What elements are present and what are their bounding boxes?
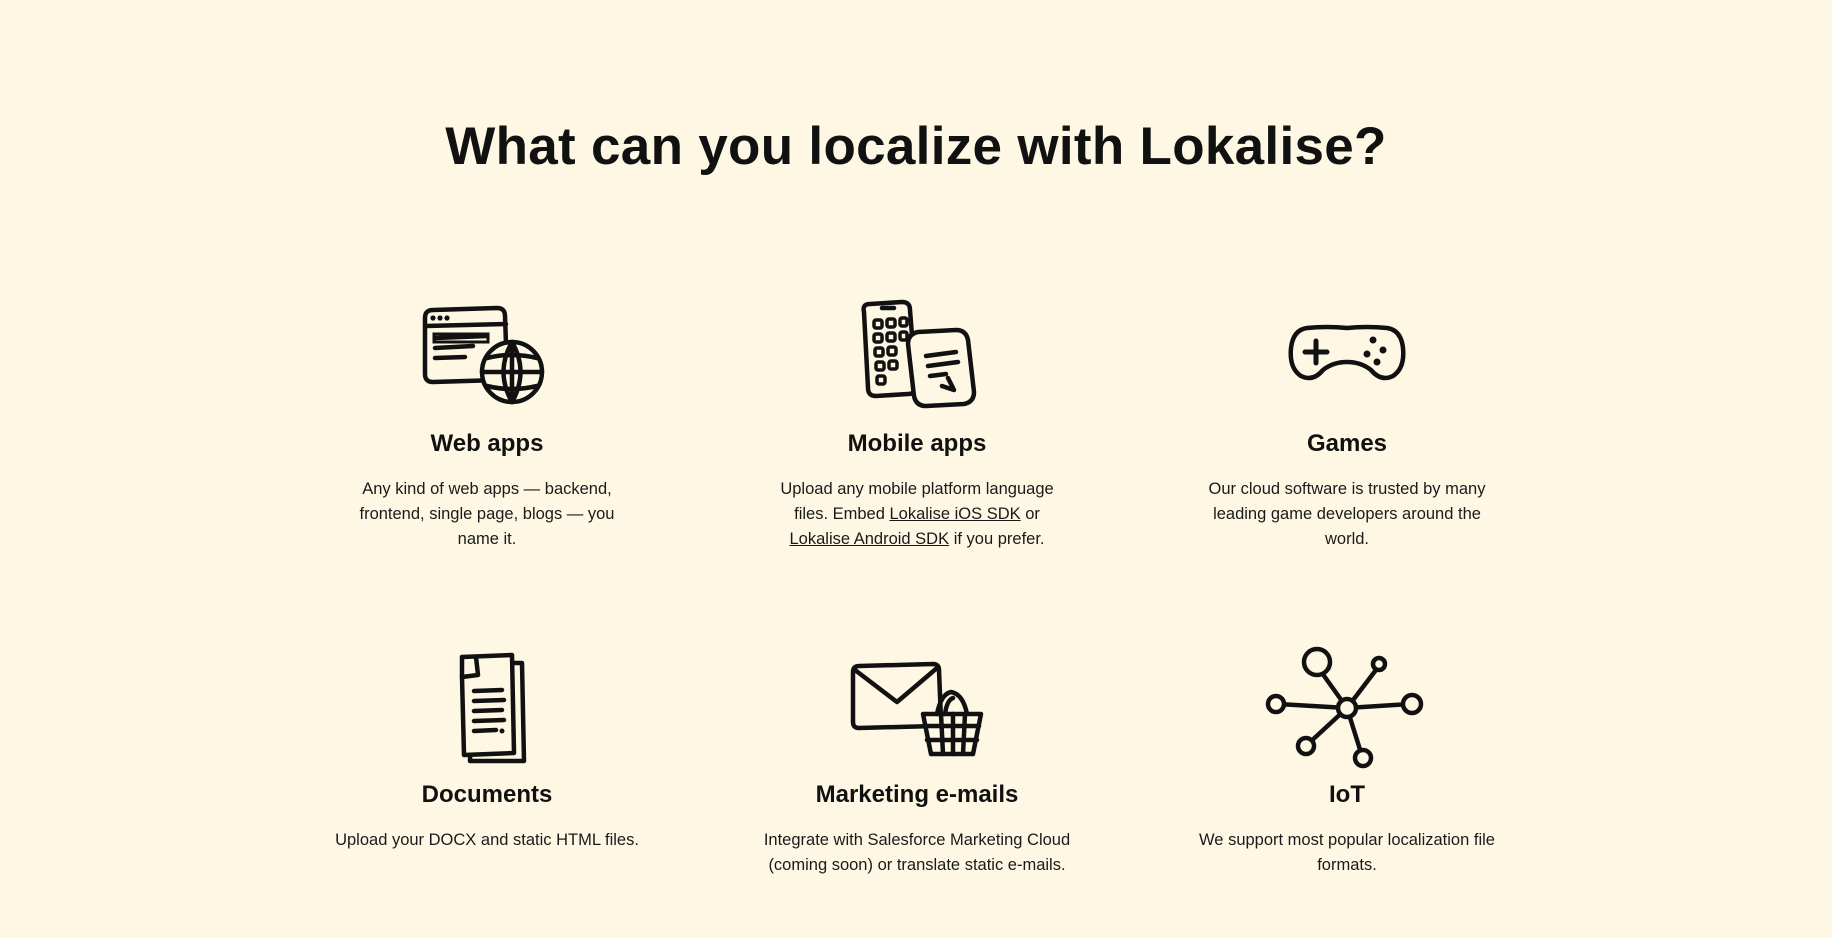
envelope-basket-icon — [757, 648, 1077, 768]
card-marketing-emails: Marketing e-mails Integrate with Salesfo… — [757, 648, 1077, 878]
page: What can you localize with Lokalise? Web… — [0, 0, 1832, 938]
card-title: Games — [1306, 430, 1388, 457]
card-title: Mobile apps — [847, 430, 987, 457]
card-description: Integrate with Salesforce Marketing Clou… — [763, 831, 1071, 874]
card-title: Web apps — [430, 430, 544, 457]
card-title: IoT — [1329, 781, 1365, 808]
documents-icon — [327, 648, 647, 768]
card-description: Upload any mobile platform language file… — [777, 477, 1057, 552]
phone-chat-icon — [757, 295, 1077, 415]
card-description: Our cloud software is trusted by many le… — [1208, 480, 1486, 548]
card-documents: Documents Upload your DOCX and static HT… — [327, 648, 647, 853]
desc-text: if you prefer. — [949, 530, 1045, 548]
android-sdk-link[interactable]: Lokalise Android SDK — [790, 530, 950, 548]
desc-text: or — [1020, 505, 1040, 523]
card-mobile-apps: Mobile apps Upload any mobile platform l… — [757, 295, 1077, 552]
card-title: Documents — [421, 781, 553, 808]
section-heading: What can you localize with Lokalise? — [445, 117, 1387, 176]
ios-sdk-link[interactable]: Lokalise iOS SDK — [889, 505, 1020, 523]
card-games: Games Our cloud software is trusted by m… — [1187, 295, 1507, 552]
card-title: Marketing e-mails — [815, 781, 1019, 808]
card-web-apps: Web apps Any kind of web apps — backend,… — [327, 295, 647, 552]
gamepad-icon — [1187, 295, 1507, 415]
network-nodes-icon — [1187, 646, 1507, 768]
browser-globe-icon — [327, 295, 647, 415]
card-description: Upload your DOCX and static HTML files. — [335, 831, 639, 849]
card-iot: IoT We support most popular localization… — [1187, 646, 1507, 878]
card-description: Any kind of web apps — backend, frontend… — [359, 480, 615, 548]
card-description: We support most popular localization fil… — [1199, 831, 1495, 874]
